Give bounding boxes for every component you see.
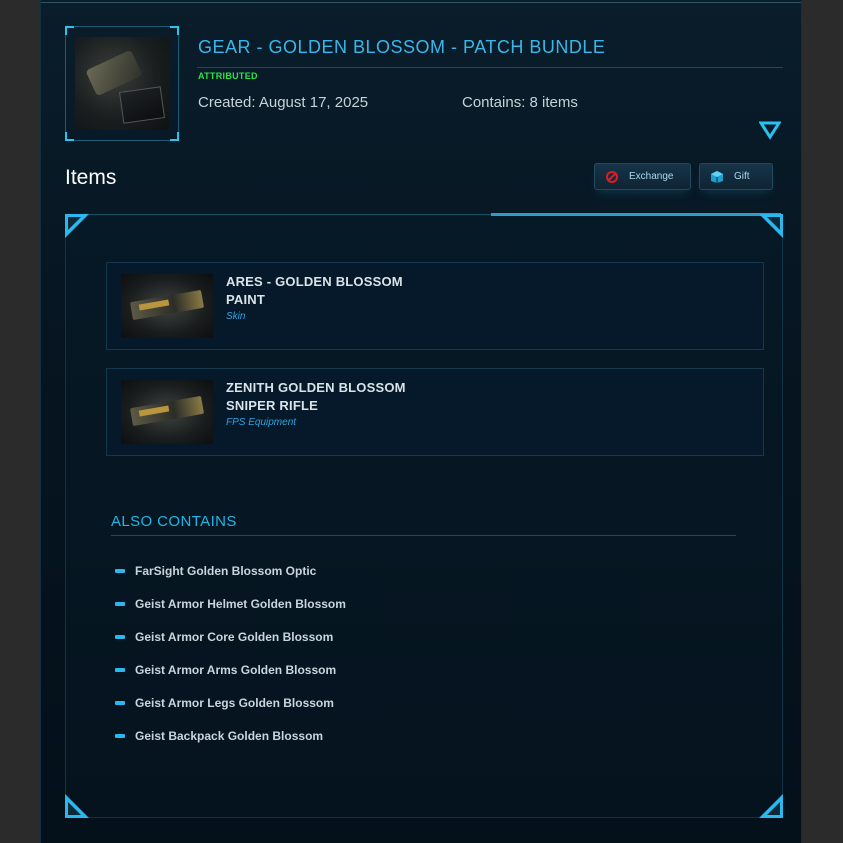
frame-corner xyxy=(65,26,74,35)
item-type: Skin xyxy=(226,311,246,322)
item-count: Contains: 8 items xyxy=(462,94,578,111)
attributed-badge: ATTRIBUTED xyxy=(198,71,258,81)
list-item: Geist Armor Helmet Golden Blossom xyxy=(115,595,346,628)
panel-corner-icon xyxy=(65,794,89,818)
gift-button[interactable]: Gift xyxy=(699,163,773,190)
pledge-page: GEAR - GOLDEN BLOSSOM - PATCH BUNDLE ATT… xyxy=(40,0,802,843)
list-item-label: Geist Armor Arms Golden Blossom xyxy=(135,663,337,677)
item-name-line: ZENITH GOLDEN BLOSSOM xyxy=(226,380,406,395)
list-item: Geist Armor Core Golden Blossom xyxy=(115,628,346,661)
frame-corner xyxy=(170,132,179,141)
panel-corner-icon xyxy=(65,214,89,238)
item-name-line: ARES - GOLDEN BLOSSOM xyxy=(226,274,403,289)
item-name-line: PAINT xyxy=(226,292,266,307)
item-card[interactable]: ARES - GOLDEN BLOSSOM PAINT Skin xyxy=(106,262,764,350)
list-item: Geist Backpack Golden Blossom xyxy=(115,727,346,760)
item-name: ZENITH GOLDEN BLOSSOM SNIPER RIFLE xyxy=(226,379,466,415)
item-card[interactable]: ZENITH GOLDEN BLOSSOM SNIPER RIFLE FPS E… xyxy=(106,368,764,456)
bundle-thumbnail xyxy=(75,37,169,130)
list-item-label: Geist Backpack Golden Blossom xyxy=(135,729,324,743)
also-contains-list: FarSight Golden Blossom Optic Geist Armo… xyxy=(115,562,346,760)
bundle-title: GEAR - GOLDEN BLOSSOM - PATCH BUNDLE xyxy=(198,37,606,57)
gift-box-icon xyxy=(710,170,724,184)
chevron-down-triangle-icon xyxy=(758,121,782,140)
list-item: FarSight Golden Blossom Optic xyxy=(115,562,346,595)
list-item: Geist Armor Arms Golden Blossom xyxy=(115,661,346,694)
panel-corner-icon xyxy=(759,794,783,818)
also-contains-heading: ALSO CONTAINS xyxy=(111,513,237,530)
frame-corner xyxy=(170,26,179,35)
created-date: Created: August 17, 2025 xyxy=(198,94,369,111)
exchange-label: Exchange xyxy=(629,171,674,182)
panel-accent-bar xyxy=(491,213,781,216)
bullet-icon xyxy=(115,569,125,573)
bullet-icon xyxy=(115,734,125,738)
item-image xyxy=(121,274,213,338)
gift-label: Gift xyxy=(734,171,750,182)
bullet-icon xyxy=(115,668,125,672)
title-divider xyxy=(197,67,783,68)
list-item: Geist Armor Legs Golden Blossom xyxy=(115,694,346,727)
no-entry-icon xyxy=(605,170,619,184)
top-divider xyxy=(41,2,801,3)
list-item-label: FarSight Golden Blossom Optic xyxy=(135,564,317,578)
item-name-line: SNIPER RIFLE xyxy=(226,398,318,413)
list-item-label: Geist Armor Helmet Golden Blossom xyxy=(135,597,346,611)
bullet-icon xyxy=(115,635,125,639)
items-heading: Items xyxy=(65,166,117,189)
frame-corner xyxy=(65,132,74,141)
also-contains-divider xyxy=(111,535,736,536)
panel-corner-icon xyxy=(759,214,783,238)
item-type: FPS Equipment xyxy=(226,417,297,428)
thumbnail-art xyxy=(118,86,166,124)
bullet-icon xyxy=(115,701,125,705)
item-name: ARES - GOLDEN BLOSSOM PAINT xyxy=(226,273,466,309)
list-item-label: Geist Armor Legs Golden Blossom xyxy=(135,696,334,710)
exchange-button[interactable]: Exchange xyxy=(594,163,691,190)
expand-toggle-button[interactable] xyxy=(758,120,782,140)
bundle-thumbnail-frame xyxy=(65,26,179,141)
item-image xyxy=(121,380,213,444)
bullet-icon xyxy=(115,602,125,606)
list-item-label: Geist Armor Core Golden Blossom xyxy=(135,630,334,644)
